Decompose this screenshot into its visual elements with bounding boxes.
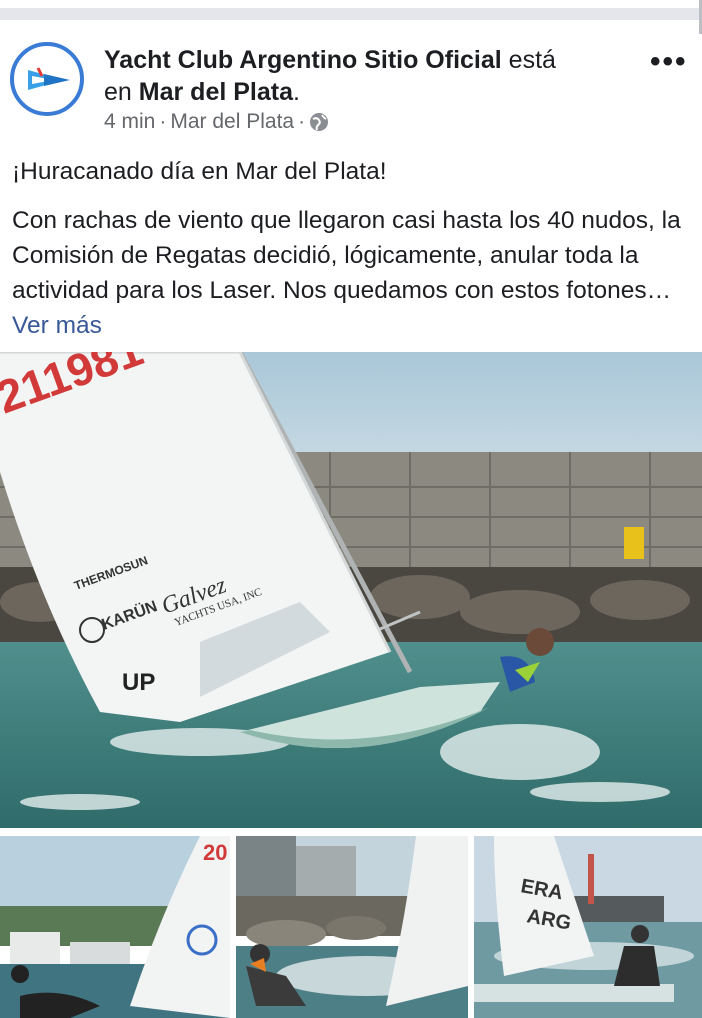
post-time[interactable]: 4 min (104, 110, 155, 134)
thumbnail-photo-2[interactable] (236, 836, 468, 1018)
post-author: Yacht Club Argentino Sitio Oficial está … (104, 44, 624, 108)
meta-location[interactable]: Mar del Plata (170, 110, 294, 134)
author-name[interactable]: Yacht Club Argentino Sitio Oficial (104, 46, 502, 74)
post-text: ¡Huracanado día en Mar del Plata! Con ra… (12, 154, 692, 343)
globe-icon (309, 112, 329, 132)
author-verb-2: en (104, 78, 139, 106)
main-photo[interactable]: 211981 THERMOSUN KARÜN Galvez YACHTS USA… (0, 352, 702, 828)
thumbnail-photo-1[interactable]: 20 (0, 836, 230, 1018)
sail-mark: UP (122, 669, 155, 696)
see-more-link[interactable]: Ver más (12, 312, 102, 339)
post-body: Con rachas de viento que llegaron casi h… (12, 203, 692, 343)
location-dot: . (293, 78, 300, 106)
top-bar (0, 0, 702, 34)
meta-separator: · (298, 110, 306, 133)
post-headline: ¡Huracanado día en Mar del Plata! (12, 158, 387, 185)
more-options-icon[interactable]: ••• (650, 47, 688, 77)
location-link[interactable]: Mar del Plata (139, 78, 293, 106)
thumbnail-photo-3[interactable]: ERA ARG (474, 836, 702, 1018)
meta-separator: · (159, 110, 167, 133)
thumb1-sail-number: 20 (203, 840, 227, 865)
author-verb: está (501, 46, 556, 74)
post-meta: 4 min · Mar del Plata · (104, 110, 329, 134)
club-logo (28, 67, 70, 90)
post-body-text: Con rachas de viento que llegaron casi h… (12, 207, 681, 304)
avatar[interactable] (10, 42, 84, 116)
top-divider (0, 8, 702, 20)
